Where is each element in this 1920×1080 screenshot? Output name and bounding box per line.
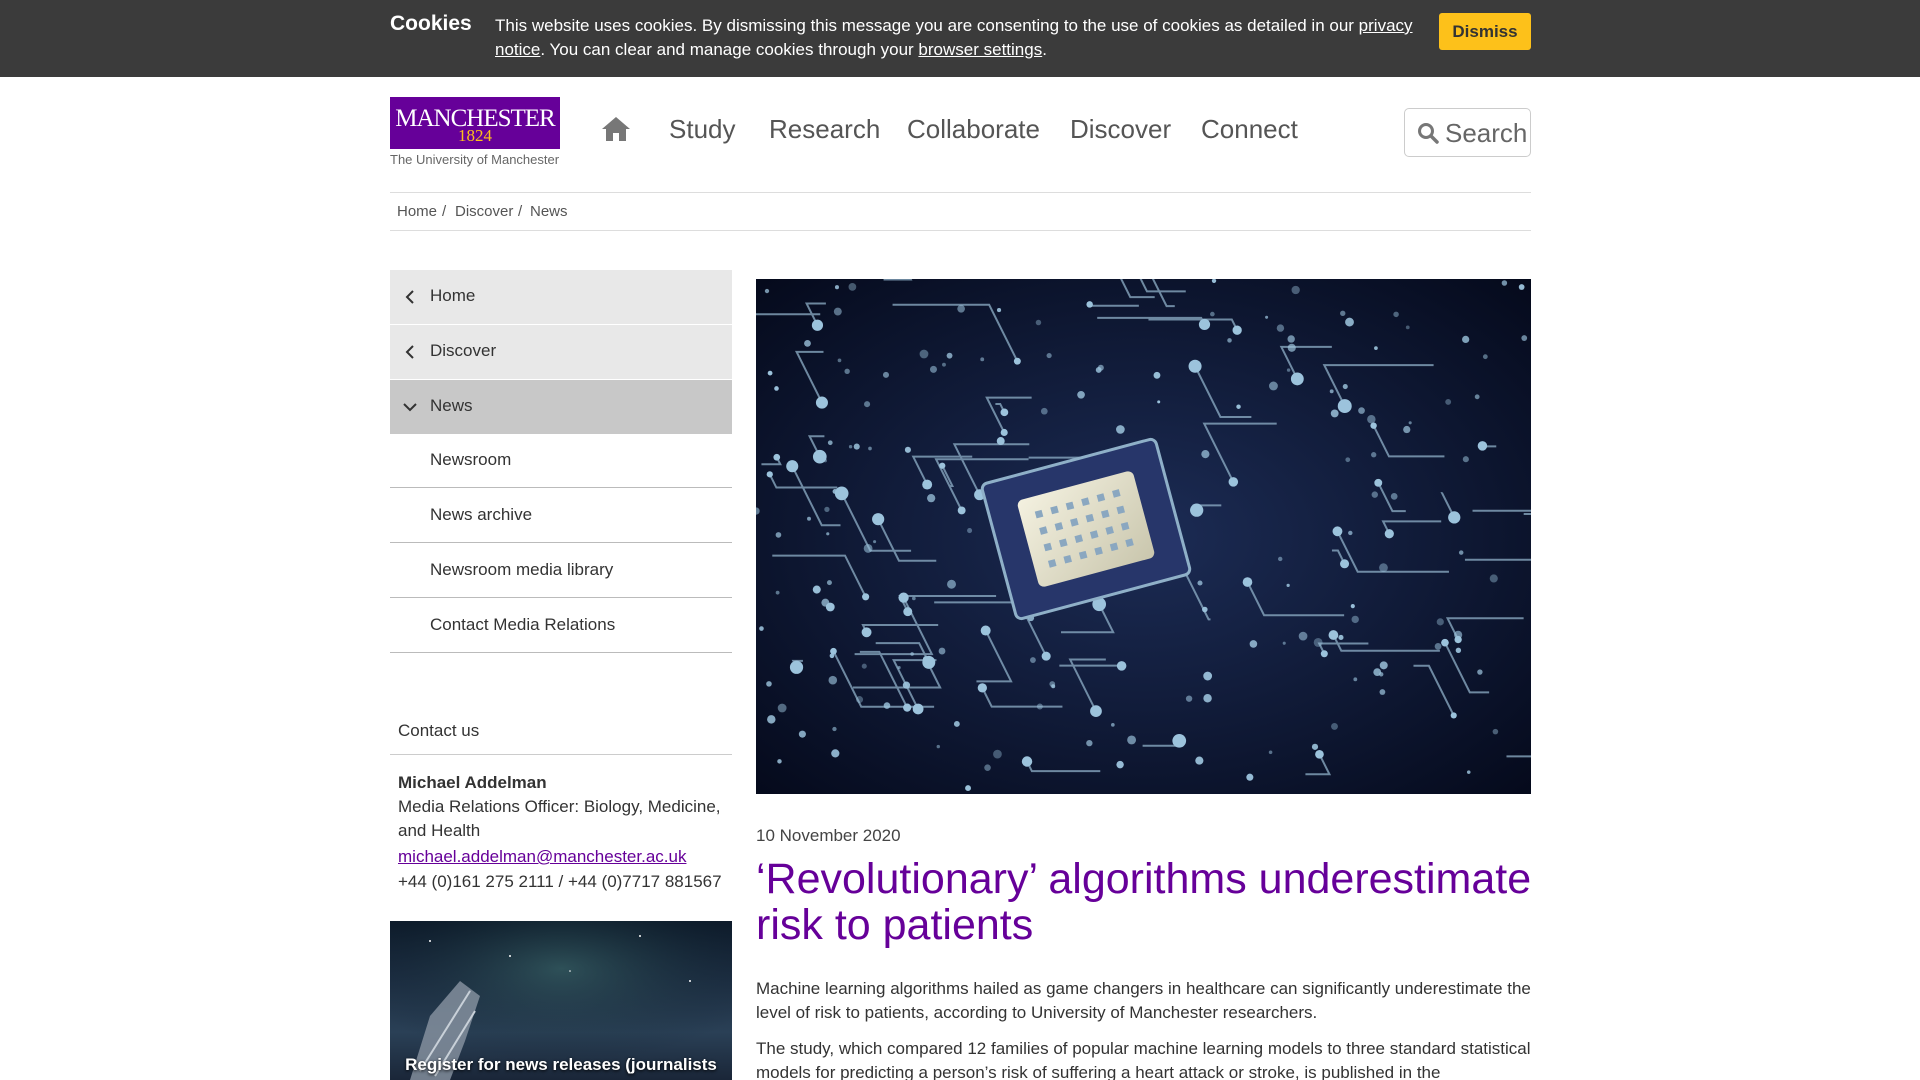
sidebar-item-newsroom[interactable]: Newsroom [390,434,732,488]
logo-subtitle: The University of Manchester [390,152,560,167]
sidebar-item-label: News archive [430,505,533,524]
breadcrumb-discover[interactable]: Discover [455,203,513,220]
contact-name: Michael Addelman [398,773,547,792]
chevron-down-icon [403,403,417,412]
search-box[interactable] [1404,108,1531,157]
article-date: 10 November 2020 [756,826,901,845]
sidebar-item-media-library[interactable]: Newsroom media library [390,544,732,598]
logo-year: 1824 [458,126,492,145]
sidebar-item-news[interactable]: News [390,380,732,434]
sidebar-item-label: Newsroom media library [430,560,614,579]
cookie-text-middle: . You can clear and manage cookies throu… [540,40,919,59]
sidebar-item-discover[interactable]: Discover [390,325,732,379]
article-hero-image [756,279,1531,794]
browser-settings-link[interactable]: browser settings [918,40,1042,59]
register-promo-banner[interactable]: Register for news releases (journalists [390,921,732,1080]
breadcrumb: Home / Discover / News [390,192,1531,231]
breadcrumb-home[interactable]: Home [397,203,437,220]
sidebar-item-news-archive[interactable]: News archive [390,489,732,543]
sidebar-item-label: Newsroom [430,450,512,469]
cookie-text-before: This website uses cookies. By dismissing… [495,16,1359,35]
contact-role: Media Relations Officer: Biology, Medici… [398,797,721,840]
chevron-left-icon [405,290,414,304]
sidebar-item-label: Discover [430,341,497,360]
sidebar-item-label: Contact Media Relations [430,615,616,634]
nav-collaborate[interactable]: Collaborate [907,114,1040,145]
nav-research[interactable]: Research [769,114,880,145]
search-icon [1418,123,1439,144]
chevron-left-icon [405,345,414,359]
article-lead: Machine learning algorithms hailed as ga… [756,979,1531,1022]
home-icon [602,117,630,141]
breadcrumb-current: News [530,203,568,220]
sidebar-item-contact-media[interactable]: Contact Media Relations [390,599,732,653]
nav-discover[interactable]: Discover [1070,114,1171,145]
breadcrumb-separator: / [518,203,523,220]
contact-heading-text: Contact us [398,721,480,740]
cookie-text-after: . [1042,40,1047,59]
sidebar-item-label: Home [430,286,476,305]
contact-email-link[interactable]: michael.addelman@manchester.ac.uk [398,845,728,869]
nav-study[interactable]: Study [669,114,736,145]
contact-details: Michael Addelman Media Relations Officer… [398,771,728,894]
cookie-banner: Cookies This website uses cookies. By di… [0,0,1920,77]
contact-heading: Contact us [390,716,732,755]
sidebar-item-home[interactable]: Home [390,270,732,324]
search-input[interactable] [1445,117,1527,149]
contact-phone: +44 (0)161 275 2111 / +44 (0)7717 881567 [398,872,722,891]
breadcrumb-separator: / [442,203,447,220]
sidebar-item-label: News [430,396,473,415]
cookie-title: Cookies [390,12,472,35]
cookie-message: This website uses cookies. By dismissing… [495,14,1425,62]
university-logo[interactable]: MANCHESTER 1824 The University of Manche… [390,97,560,167]
promo-text: Register for news releases (journalists [405,1055,717,1074]
circuit-board-image [756,279,1531,794]
logo-mark: MANCHESTER 1824 [390,97,560,149]
nav-connect[interactable]: Connect [1201,114,1298,145]
article-body: The study, which compared 12 families of… [756,1039,1531,1080]
nav-home-link[interactable] [600,114,632,144]
dismiss-cookies-button[interactable]: Dismiss [1439,13,1531,50]
article-title: ‘Revolutionary’ algorithms underestimate… [756,855,1532,949]
